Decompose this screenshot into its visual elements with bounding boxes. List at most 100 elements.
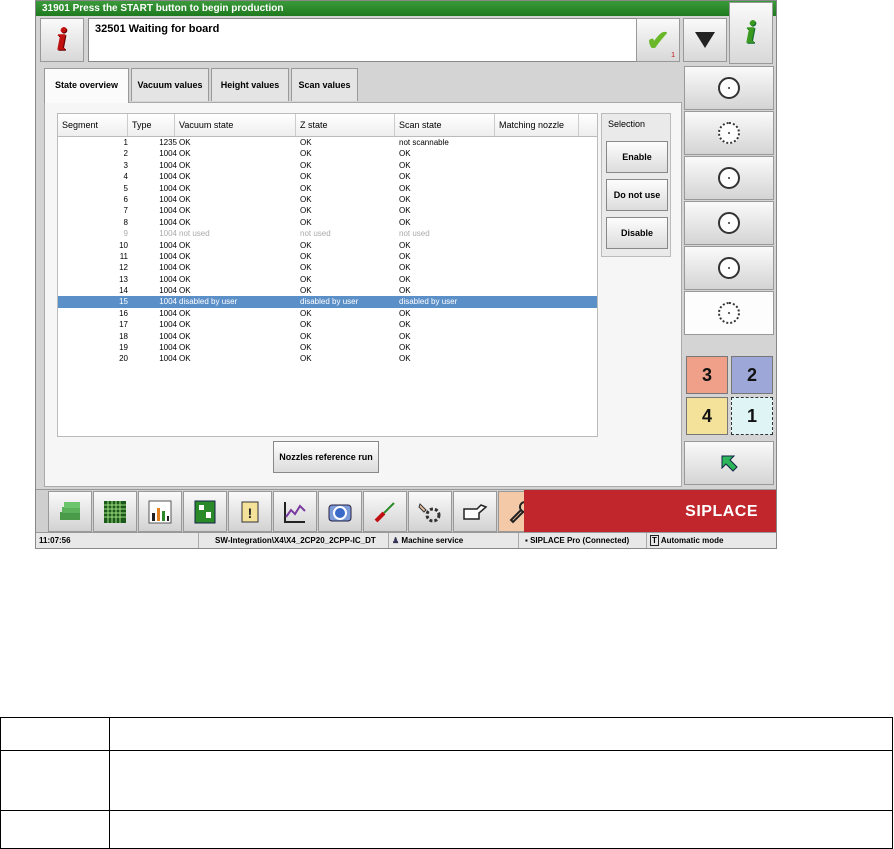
back-button[interactable] bbox=[684, 441, 774, 485]
table-row[interactable]: 5 1004 OK OK OK bbox=[58, 183, 597, 194]
table-row[interactable]: 8 1004 OK OK OK bbox=[58, 217, 597, 228]
head-view-button-2[interactable] bbox=[684, 111, 774, 155]
nozzles-reference-run-button[interactable]: Nozzles reference run bbox=[273, 441, 379, 473]
table-row[interactable]: 19 1004 OK OK OK bbox=[58, 342, 597, 353]
status-mode: T Automatic mode bbox=[646, 533, 776, 548]
cell-scan-state: OK bbox=[399, 263, 411, 273]
table-row[interactable]: 17 1004 OK OK OK bbox=[58, 319, 597, 330]
table-row[interactable]: 3 1004 OK OK OK bbox=[58, 160, 597, 171]
head-view-button-3[interactable] bbox=[684, 156, 774, 200]
table-row[interactable]: 12 1004 OK OK OK bbox=[58, 262, 597, 273]
table-row[interactable]: 13 1004 OK OK OK bbox=[58, 274, 597, 285]
cell-scan-state: not used bbox=[399, 229, 430, 239]
table-row[interactable]: 16 1004 OK OK OK bbox=[58, 308, 597, 319]
table-row[interactable]: 11 1004 OK OK OK bbox=[58, 251, 597, 262]
table-row[interactable]: 15 1004 disabled by user disabled by user di… bbox=[58, 296, 597, 308]
cell-type: 1004 bbox=[159, 274, 177, 284]
col-vacuum-state[interactable]: Vacuum state bbox=[175, 114, 296, 136]
grid-button[interactable] bbox=[93, 491, 137, 532]
dial-z-icon bbox=[718, 257, 740, 279]
head-2-button[interactable]: 2 bbox=[731, 356, 773, 394]
table-row[interactable]: 20 1004 OK OK OK bbox=[58, 353, 597, 364]
cell-type: 1004 bbox=[159, 354, 177, 364]
dial-icon bbox=[718, 77, 740, 99]
checkmark-icon: ✔ bbox=[646, 24, 670, 56]
cell-type: 1004 bbox=[159, 286, 177, 296]
info-red-icon: i bbox=[56, 22, 68, 58]
table-row[interactable]: 2 1004 OK OK OK bbox=[58, 148, 597, 159]
table-row[interactable]: 6 1004 OK OK OK bbox=[58, 194, 597, 205]
col-segment[interactable]: Segment bbox=[58, 114, 128, 136]
segment-table: Segment Type Vacuum state Z state Scan s… bbox=[57, 113, 598, 437]
feeder-stack-button[interactable] bbox=[48, 491, 92, 532]
cell-z-state: OK bbox=[300, 183, 312, 193]
dropdown-button[interactable] bbox=[683, 18, 727, 62]
cell-segment: 4 bbox=[123, 172, 128, 182]
board-button[interactable] bbox=[183, 491, 227, 532]
warnings-button[interactable]: ! bbox=[228, 491, 272, 532]
table-row[interactable]: 7 1004 OK OK OK bbox=[58, 205, 597, 216]
cell-segment: 1 bbox=[123, 138, 128, 147]
bottom-toolbar: ! SIPLACE bbox=[36, 489, 776, 533]
cell-scan-state: OK bbox=[399, 240, 411, 250]
head-view-button-1[interactable] bbox=[684, 66, 774, 110]
table-row[interactable]: 14 1004 OK OK OK bbox=[58, 285, 597, 296]
tab-scan-values[interactable]: Scan values bbox=[291, 68, 358, 101]
head-3-button[interactable]: 3 bbox=[686, 356, 728, 394]
disable-button[interactable]: Disable bbox=[606, 217, 668, 249]
tab-vacuum-values[interactable]: Vacuum values bbox=[131, 68, 209, 101]
table-row[interactable]: 9 1004 not used not used not used bbox=[58, 228, 597, 239]
statistics-button[interactable] bbox=[138, 491, 182, 532]
camera-button[interactable] bbox=[318, 491, 362, 532]
cell-segment: 16 bbox=[119, 308, 128, 318]
lock-icon: ▪ bbox=[525, 536, 528, 545]
cell-vacuum-state: OK bbox=[179, 308, 191, 318]
info-green-button[interactable]: i bbox=[729, 2, 773, 64]
tab-height-values[interactable]: Height values bbox=[211, 68, 289, 101]
cell-type: 1004 bbox=[159, 149, 177, 159]
cell-scan-state: OK bbox=[399, 308, 411, 318]
tools-button[interactable] bbox=[363, 491, 407, 532]
cell-type: 1004 bbox=[159, 229, 177, 239]
hand-gear-icon bbox=[418, 502, 441, 522]
cell-type: 1004 bbox=[159, 240, 177, 250]
head-view-button-4[interactable] bbox=[684, 201, 774, 245]
enable-button[interactable]: Enable bbox=[606, 141, 668, 173]
table-row[interactable]: 1 1235 OK OK not scannable bbox=[58, 137, 597, 148]
message-box: 32501 Waiting for board bbox=[88, 18, 670, 62]
cell-segment: 11 bbox=[119, 251, 128, 261]
col-scan-state[interactable]: Scan state bbox=[395, 114, 495, 136]
oil-can-button[interactable] bbox=[453, 491, 497, 532]
tab-state-overview[interactable]: State overview bbox=[44, 68, 129, 103]
screwdriver-icon bbox=[374, 501, 395, 522]
table-row[interactable]: 18 1004 OK OK OK bbox=[58, 331, 597, 342]
head-4-button[interactable]: 4 bbox=[686, 397, 728, 435]
head-view-button-5[interactable] bbox=[684, 246, 774, 290]
info-button[interactable]: i bbox=[40, 18, 84, 62]
cell-type: 1004 bbox=[159, 331, 177, 341]
trend-button[interactable] bbox=[273, 491, 317, 532]
head-1-button[interactable]: 1 bbox=[731, 397, 773, 435]
cell-type: 1004 bbox=[159, 194, 177, 204]
col-z-state[interactable]: Z state bbox=[296, 114, 395, 136]
col-type[interactable]: Type bbox=[128, 114, 175, 136]
mode-icon: T bbox=[650, 535, 659, 546]
cell-vacuum-state: OK bbox=[179, 160, 191, 170]
table-row[interactable]: 4 1004 OK OK OK bbox=[58, 171, 597, 182]
head-view-button-6[interactable] bbox=[684, 291, 774, 335]
table-row[interactable]: 10 1004 OK OK OK bbox=[58, 240, 597, 251]
empty-document-table bbox=[0, 717, 893, 849]
cell-segment: 7 bbox=[123, 206, 128, 216]
warning-document-icon: ! bbox=[241, 501, 259, 522]
cell-z-state: OK bbox=[300, 217, 312, 227]
cell-scan-state: OK bbox=[399, 251, 411, 261]
cell-z-state: OK bbox=[300, 206, 312, 216]
do-not-use-button[interactable]: Do not use bbox=[606, 179, 668, 211]
cell-scan-state: disabled by user bbox=[399, 297, 458, 307]
machine-service-button[interactable] bbox=[408, 491, 452, 532]
cell-type: 1004 bbox=[159, 343, 177, 353]
cell-z-state: OK bbox=[300, 331, 312, 341]
col-matching-nozzle[interactable]: Matching nozzle bbox=[495, 114, 579, 136]
acknowledge-button[interactable]: ✔ 1 bbox=[636, 18, 680, 62]
status-time: 11:07:56 bbox=[39, 536, 71, 545]
